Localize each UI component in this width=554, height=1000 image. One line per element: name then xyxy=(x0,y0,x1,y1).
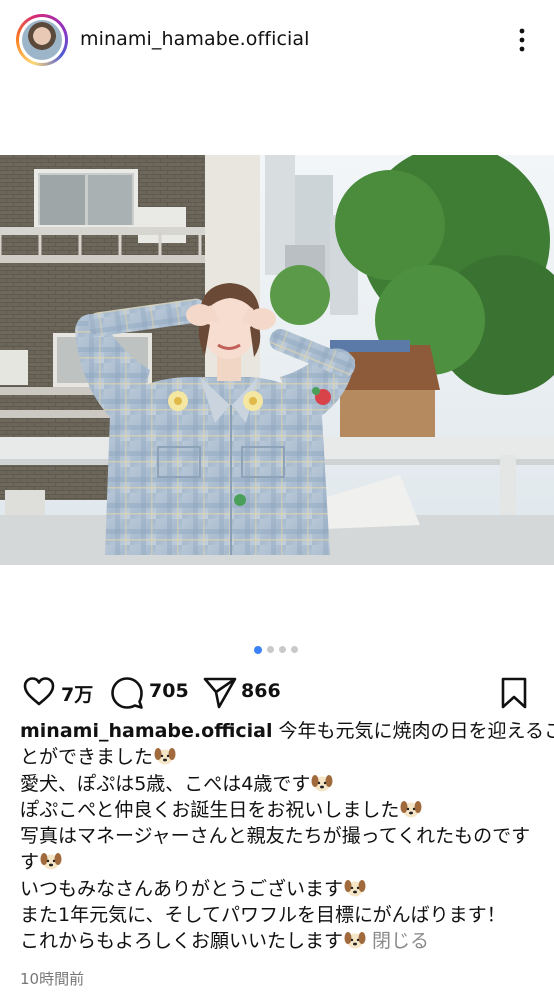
comment-icon[interactable] xyxy=(110,676,144,710)
post-timestamp: 10時間前 xyxy=(20,970,85,988)
dog-face-emoji xyxy=(154,748,176,765)
send-icon[interactable] xyxy=(202,676,238,710)
avatar[interactable] xyxy=(16,14,68,66)
carousel-dot-4 xyxy=(291,646,298,653)
dog-face-emoji xyxy=(344,932,366,949)
caption-line: とができました xyxy=(20,744,540,770)
like-count[interactable]: 7万 xyxy=(61,680,93,707)
post-photo-image xyxy=(0,155,554,565)
caption-line: minami_hamabe.official 今年も元気に焼肉の日を迎えるこ xyxy=(20,720,554,742)
comment-count[interactable]: 705 xyxy=(149,680,189,702)
avatar-image xyxy=(22,20,62,60)
carousel-dot-1 xyxy=(254,645,262,654)
collapse-caption-link[interactable]: 閉じる xyxy=(372,930,429,952)
dog-face-emoji xyxy=(311,774,333,792)
caption-line: す xyxy=(20,849,540,875)
more-vertical-icon[interactable] xyxy=(510,24,534,56)
dog-face-emoji xyxy=(40,853,62,870)
caption-username[interactable]: minami_hamabe.official xyxy=(20,720,273,742)
share-count[interactable]: 866 xyxy=(241,680,281,702)
caption-line: ぽぷこぺと仲良くお誕生日をお祝いしました xyxy=(20,797,540,823)
carousel-dot-2 xyxy=(267,646,274,653)
caption-line: 写真はマネージャーさんと親友たちが撮ってくれたものです xyxy=(20,825,531,848)
carousel-dot-3 xyxy=(279,646,286,653)
caption-line: 愛犬、ぽぷは5歳、こぺは4歳です xyxy=(20,771,540,797)
dog-face-emoji xyxy=(400,800,422,818)
post-photo[interactable] xyxy=(0,155,554,565)
caption-line: これからもよろしくお願いいたします 閉じる xyxy=(20,930,430,953)
caption-line: いつもみなさんありがとうございます xyxy=(20,876,540,902)
post-caption: minami_hamabe.official 今年も元気に焼肉の日を迎えるこ と… xyxy=(20,718,554,955)
post-actions: 7万 705 866 xyxy=(0,672,554,712)
bookmark-icon[interactable] xyxy=(500,676,528,710)
username-link[interactable]: minami_hamabe.official xyxy=(80,28,310,50)
heart-icon[interactable] xyxy=(22,676,56,708)
post-header: minami_hamabe.official xyxy=(0,0,554,80)
caption-line: また1年元気に、そしてパワフルを目標にがんばります！ xyxy=(20,904,506,927)
dog-face-emoji xyxy=(344,879,366,897)
